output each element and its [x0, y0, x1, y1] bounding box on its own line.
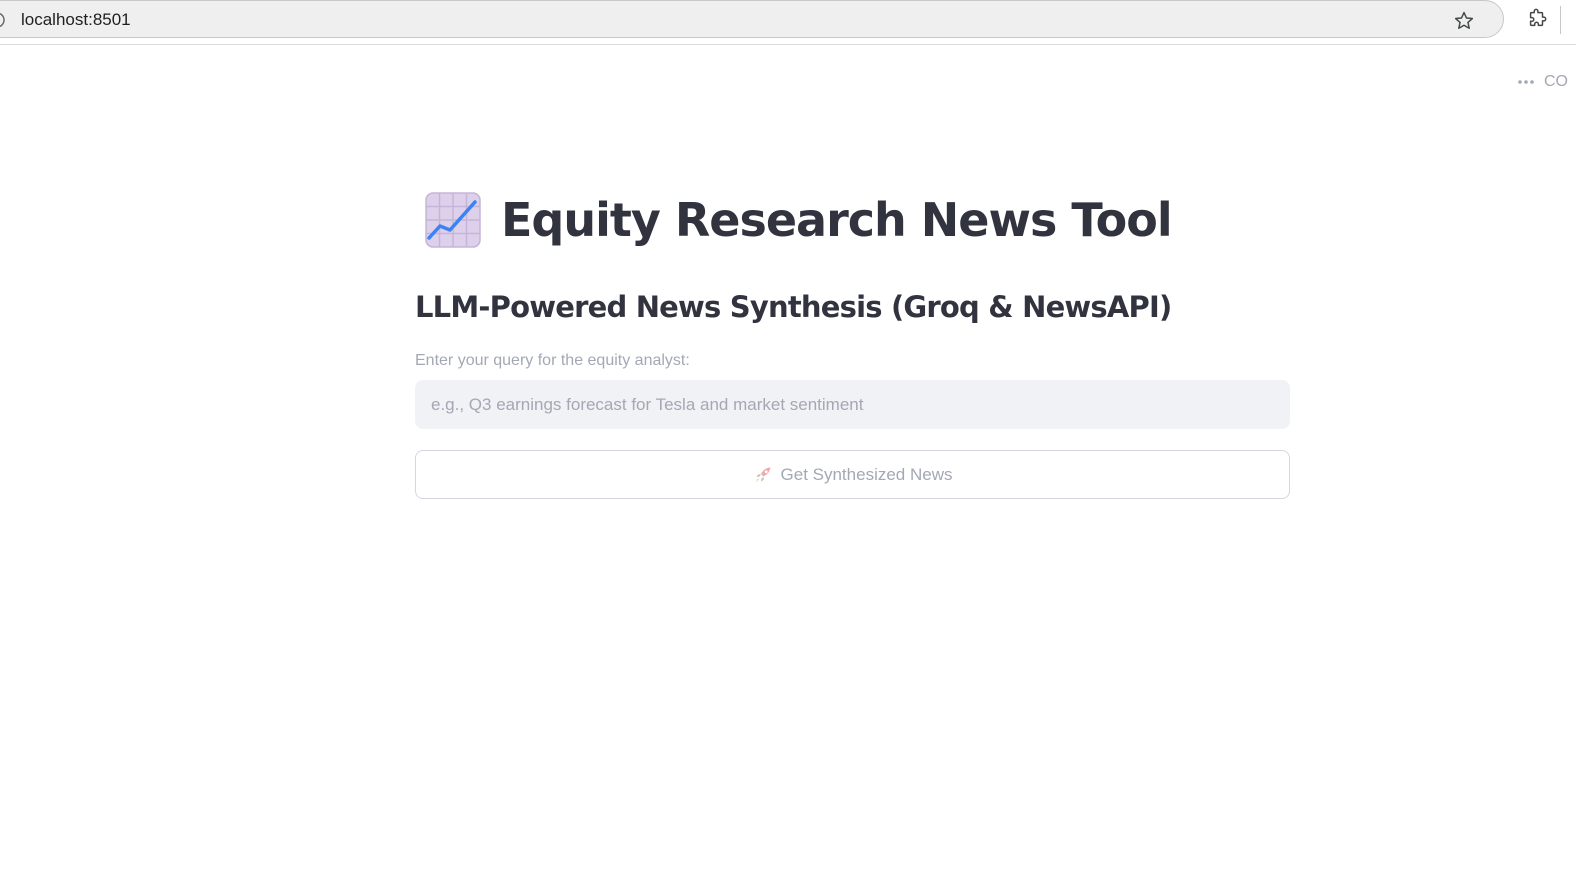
url-text[interactable]: localhost:8501	[21, 10, 131, 30]
chart-increasing-emoji	[425, 192, 481, 248]
address-bar[interactable]: localhost:8501	[0, 0, 1504, 38]
browser-toolbar: localhost:8501	[0, 0, 1576, 45]
submit-button-label: Get Synthesized News	[780, 464, 953, 484]
page-title: Equity Research News Tool	[501, 193, 1173, 247]
app-main-menu[interactable]: CO	[1516, 72, 1568, 92]
query-label: Enter your query for the equity analyst:	[415, 352, 690, 369]
app-menu-label[interactable]: CO	[1544, 73, 1568, 91]
page-subtitle: LLM-Powered News Synthesis (Groq & NewsA…	[415, 290, 1172, 324]
main-content: Equity Research News Tool LLM-Powered Ne…	[415, 180, 1290, 499]
toolbar-divider	[1560, 6, 1561, 34]
rocket-icon	[755, 467, 771, 482]
title-row: Equity Research News Tool	[423, 180, 1290, 260]
more-dots-icon[interactable]	[1516, 72, 1536, 92]
info-icon[interactable]	[0, 12, 5, 28]
query-input[interactable]	[415, 380, 1290, 429]
bookmark-star-icon[interactable]	[1453, 10, 1475, 32]
get-synthesized-news-button[interactable]: Get Synthesized News	[415, 450, 1290, 499]
extensions-puzzle-icon[interactable]	[1526, 8, 1548, 30]
